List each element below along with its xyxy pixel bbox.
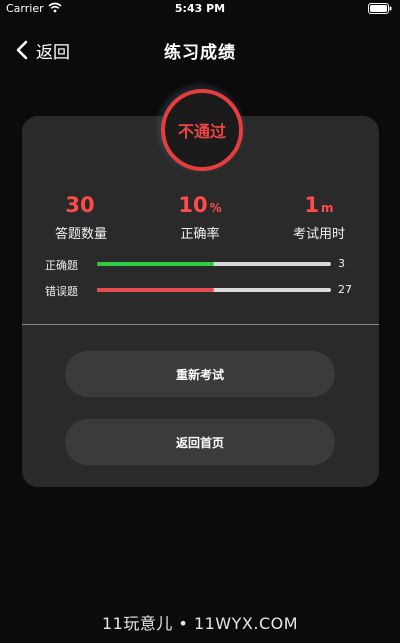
wrong-progress-fill (97, 288, 214, 292)
stat-time-used: 1m 考试用时 (259, 192, 379, 242)
wrong-progress-row: 错误题 27 (45, 282, 365, 300)
navigation-bar: 返回 练习成绩 (0, 30, 400, 70)
stat-unit: m (321, 201, 334, 215)
correct-label: 正确题 (45, 259, 78, 272)
stat-number: 10 (178, 193, 208, 217)
stat-label: 正确率 (180, 227, 220, 242)
correct-count: 3 (338, 257, 345, 270)
back-home-button[interactable]: 返回首页 (65, 419, 335, 465)
wrong-label: 错误题 (45, 285, 78, 298)
wrong-count: 27 (338, 283, 352, 296)
stat-value: 10% (140, 192, 260, 221)
watermark: 11玩意儿 • 11WYX.COM (101, 614, 299, 633)
retry-exam-button[interactable]: 重新考试 (65, 351, 335, 397)
stat-question-count: 30 答题数量 (21, 192, 141, 242)
stat-label: 考试用时 (292, 227, 345, 242)
fail-badge: 不通过 (161, 89, 243, 171)
correct-progress-row: 正确题 3 (45, 256, 365, 274)
stat-number: 1 (304, 193, 320, 217)
correct-progress-track (97, 262, 331, 266)
results-screen: Carrier 5:43 PM 返回 练习成绩 不通过 30 答题数量 10 %… (0, 0, 400, 643)
card-divider (22, 324, 379, 325)
clock-label: 5:43 PM (174, 2, 226, 15)
stat-accuracy: 10% 正确率 (140, 192, 260, 242)
page-title: 练习成绩 (164, 43, 236, 63)
status-bar: Carrier 5:43 PM (0, 0, 400, 18)
wrong-progress-track (97, 288, 331, 292)
stat-label: 答题数量 (54, 227, 107, 242)
result-badge: 不通过 (152, 82, 248, 174)
correct-progress-fill (97, 262, 214, 266)
stat-value: 30 (21, 192, 141, 221)
stat-number: 30 (65, 193, 95, 217)
stat-unit: % (209, 201, 222, 215)
stat-value: 1m (259, 192, 379, 221)
battery-icon (368, 3, 392, 17)
